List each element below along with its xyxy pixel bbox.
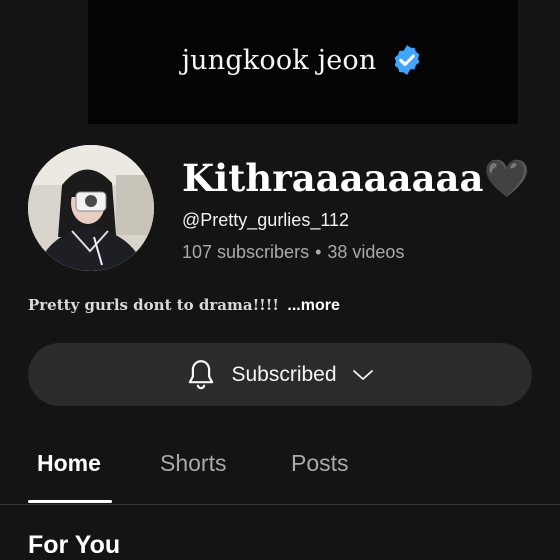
- channel-banner: jungkook jeon: [88, 0, 518, 124]
- section-title: For You: [28, 531, 121, 559]
- verified-badge-icon: [395, 45, 420, 75]
- tab-shorts[interactable]: Shorts: [160, 450, 226, 477]
- stats-separator: •: [315, 242, 322, 262]
- channel-tabs: Home Shorts Posts: [0, 430, 560, 505]
- channel-avatar[interactable]: [28, 145, 154, 271]
- subscribed-label: Subscribed: [231, 362, 337, 386]
- description-text: Pretty gurls dont to drama!!!!: [28, 296, 279, 314]
- banner-title: jungkook jeon: [181, 44, 377, 76]
- tab-posts[interactable]: Posts: [291, 450, 349, 477]
- active-tab-indicator: [28, 500, 112, 503]
- chevron-down-icon: [352, 369, 373, 380]
- more-link[interactable]: ...more: [287, 297, 339, 314]
- subscriber-count: 107 subscribers: [182, 242, 310, 262]
- subscribed-button[interactable]: Subscribed: [28, 343, 532, 406]
- video-count: 38 videos: [327, 242, 405, 262]
- channel-handle: @Pretty_gurlies_112: [182, 210, 350, 230]
- channel-description[interactable]: Pretty gurls dont to drama!!!! ...more: [28, 296, 340, 315]
- channel-stats: 107 subscribers • 38 videos: [182, 242, 404, 263]
- bell-icon: [189, 359, 214, 389]
- channel-name: Kithraaaaaaaa🖤: [182, 156, 530, 200]
- tab-home[interactable]: Home: [37, 450, 101, 477]
- avatar-image: [28, 145, 154, 271]
- banner-title-group: jungkook jeon: [182, 43, 425, 77]
